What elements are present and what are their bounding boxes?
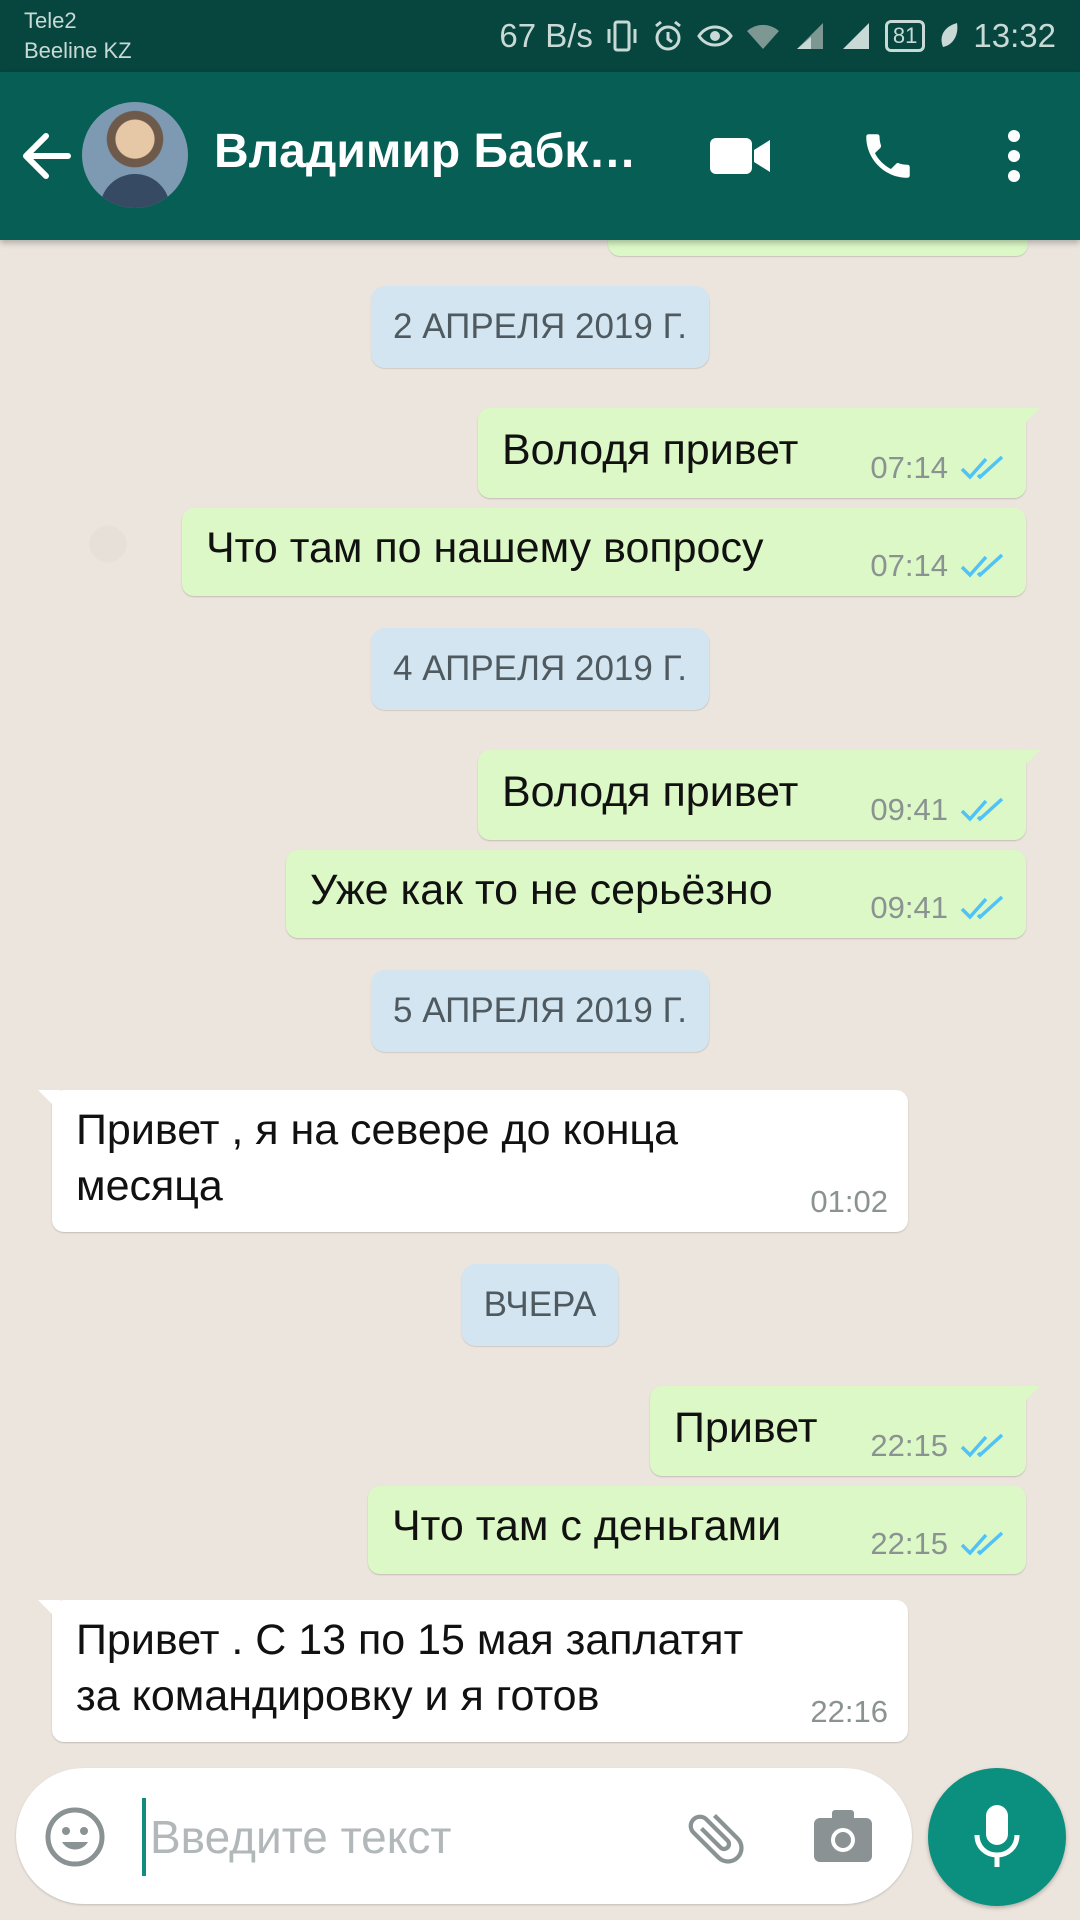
message-meta: 09:41 <box>870 890 1006 926</box>
message-list[interactable]: 2 АПРЕЛЯ 2019 Г. Володя привет 07:14 Что… <box>0 240 1080 1760</box>
clock: 13:32 <box>973 17 1056 54</box>
emoji-icon <box>45 1807 105 1867</box>
status-bar: Tele2 Beeline KZ 67 B/s 81 13:32 <box>0 0 1080 72</box>
message-meta: 07:14 <box>870 548 1006 584</box>
wifi-icon <box>746 24 779 49</box>
message-time: 22:16 <box>810 1694 888 1729</box>
attach-button[interactable] <box>682 1804 750 1872</box>
battery-level: 81 <box>884 20 926 52</box>
message-meta: 22:16 <box>810 1694 888 1730</box>
emoji-button[interactable] <box>44 1806 106 1868</box>
message-time: 22:15 <box>870 1428 948 1463</box>
leaf-icon <box>941 23 958 47</box>
video-camera-icon <box>710 138 770 174</box>
status-icons: 67 B/s 81 13:32 <box>499 14 1056 58</box>
message-meta: 09:41 <box>870 792 1006 828</box>
vibrate-icon <box>607 20 637 52</box>
message-time: 01:02 <box>810 1184 888 1219</box>
date-separator: 2 АПРЕЛЯ 2019 Г. <box>371 286 709 368</box>
carrier-2: Beeline KZ <box>24 38 132 63</box>
camera-button[interactable] <box>810 1804 876 1870</box>
paperclip-icon <box>688 1813 744 1864</box>
chat-header: Владимир Бабк… <box>0 72 1080 240</box>
double-check-icon <box>960 455 1004 480</box>
contact-name[interactable]: Владимир Бабк… <box>214 124 654 179</box>
message-time: 09:41 <box>870 792 948 827</box>
arrow-left-icon <box>23 133 71 179</box>
contact-avatar[interactable] <box>82 102 188 208</box>
message-bubble-outgoing[interactable]: Привет 22:15 <box>650 1386 1040 1476</box>
message-time: 09:41 <box>870 890 948 925</box>
back-button[interactable] <box>18 130 74 182</box>
phone-icon <box>866 134 910 178</box>
message-bubble-outgoing[interactable]: Володя привет 07:14 <box>478 408 1040 498</box>
message-bubble-partial <box>608 240 1028 256</box>
date-separator: 5 АПРЕЛЯ 2019 Г. <box>371 970 709 1052</box>
message-bubble-outgoing[interactable]: Уже как то не серьёзно 09:41 <box>286 850 1026 938</box>
message-bubble-outgoing[interactable]: Что там по нашему вопросу 07:14 <box>182 508 1026 596</box>
date-separator: 4 АПРЕЛЯ 2019 Г. <box>371 628 709 710</box>
double-check-icon <box>960 797 1004 822</box>
message-bubble-outgoing[interactable]: Что там с деньгами 22:15 <box>368 1486 1026 1574</box>
message-composer <box>16 1768 912 1904</box>
double-check-icon <box>960 895 1004 920</box>
message-text: Уже как то не серьёзно <box>310 866 773 914</box>
eye-icon <box>697 25 733 47</box>
message-text: Что там с деньгами <box>392 1502 782 1550</box>
message-time: 22:15 <box>870 1526 948 1561</box>
message-text-line-2: за командировку и я готов <box>76 1672 600 1720</box>
message-bubble-incoming[interactable]: Привет , я на севере до конца месяца 01:… <box>38 1090 908 1232</box>
double-check-icon <box>960 1531 1004 1556</box>
double-check-icon <box>960 553 1004 578</box>
message-time: 07:14 <box>870 548 948 583</box>
more-vertical-icon <box>1008 130 1020 182</box>
date-separator: ВЧЕРА <box>461 1264 619 1346</box>
message-meta: 22:15 <box>870 1526 1006 1562</box>
message-text-line-2: месяца <box>76 1162 223 1210</box>
message-text: Володя привет <box>502 426 799 474</box>
message-text: Володя привет <box>502 768 799 816</box>
message-meta: 01:02 <box>810 1184 888 1220</box>
message-text: Что там по нашему вопросу <box>206 524 764 572</box>
carrier-1: Tele2 <box>24 8 77 33</box>
more-options-button[interactable] <box>992 122 1036 190</box>
voice-call-button[interactable] <box>852 122 924 190</box>
microphone-icon <box>974 1805 1020 1867</box>
carrier-info: Tele2 Beeline KZ <box>24 6 132 66</box>
message-time: 07:14 <box>870 450 948 485</box>
message-input[interactable] <box>142 1798 672 1876</box>
signal-1-icon <box>796 23 823 49</box>
signal-2-icon <box>842 23 869 49</box>
message-bubble-incoming[interactable]: Привет . С 13 по 15 мая заплатят за кома… <box>38 1600 908 1742</box>
message-meta: 22:15 <box>870 1428 1006 1464</box>
alarm-icon <box>654 20 681 51</box>
double-check-icon <box>960 1433 1004 1458</box>
message-text-line-1: Привет . С 13 по 15 мая заплатят <box>76 1616 744 1664</box>
message-text: Привет <box>674 1404 818 1452</box>
voice-record-button[interactable] <box>928 1768 1066 1906</box>
net-speed: 67 B/s <box>499 17 593 54</box>
message-meta: 07:14 <box>870 450 1006 486</box>
camera-icon <box>814 1810 872 1862</box>
message-bubble-outgoing[interactable]: Володя привет 09:41 <box>478 750 1040 840</box>
video-call-button[interactable] <box>704 122 776 190</box>
message-text-line-1: Привет , я на севере до конца <box>76 1106 678 1154</box>
